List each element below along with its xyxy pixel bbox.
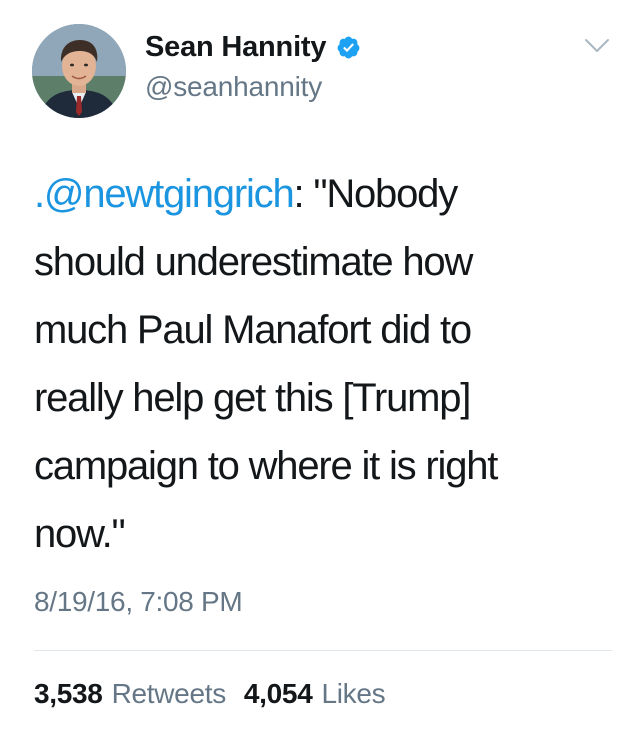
author-handle[interactable]: @seanhannity: [145, 73, 322, 101]
retweets-label: Retweets: [111, 678, 227, 709]
verified-badge-icon: [337, 36, 360, 58]
divider: [34, 650, 612, 651]
chevron-down-icon[interactable]: [584, 38, 610, 54]
tweet-text-line-3: much Paul Manafort did to: [34, 308, 472, 352]
author-name-row[interactable]: Sean Hannity: [145, 27, 361, 67]
tweet-text-line-1: .@newtgingrich: "Nobody: [34, 160, 594, 228]
author-display-name[interactable]: Sean Hannity: [145, 32, 327, 62]
tweet-timestamp[interactable]: 8/19/16, 7:08 PM: [34, 588, 243, 616]
profile-photo-icon: [32, 24, 126, 118]
tweet-text-line-1-rest: : "Nobody: [293, 172, 459, 216]
mention-link[interactable]: .@newtgingrich: [34, 172, 295, 216]
tweet-text-line-2: should underestimate how: [34, 240, 473, 284]
tweet-text-line-5: campaign to where it is right: [34, 444, 498, 488]
retweets-count: 3,538: [34, 678, 103, 709]
tweet-text-line-6: now.": [34, 512, 126, 556]
likes-count: 4,054: [243, 678, 313, 709]
likes-stat[interactable]: 4,054 Likes: [243, 678, 386, 709]
tweet-text-line-4: really help get this [Trump]: [34, 376, 471, 420]
likes-label: Likes: [321, 678, 386, 709]
tweet-text: .@newtgingrich: "Nobody should underesti…: [34, 160, 594, 568]
retweets-stat[interactable]: 3,538 Retweets: [34, 680, 226, 708]
tweet-stats: 3,538 Retweets 4,054 Likes: [34, 678, 386, 709]
avatar[interactable]: [32, 24, 126, 118]
tweet-card: Sean Hannity @seanhannity .@newtgingrich…: [0, 0, 639, 729]
